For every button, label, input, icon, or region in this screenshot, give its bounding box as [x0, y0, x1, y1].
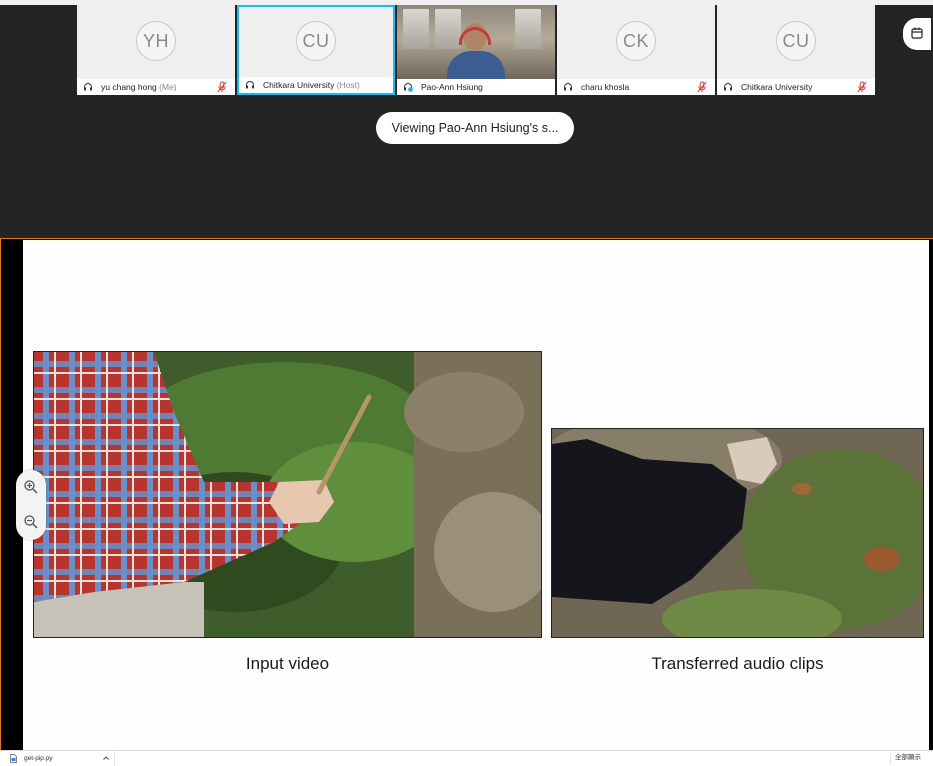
participant-avatar: CU	[776, 21, 816, 61]
participant-name-bar: yu chang hong (Me)	[77, 79, 235, 95]
screen-share-area: Input video Transferred audio clips	[0, 238, 933, 750]
participant-name: Pao-Ann Hsiung	[421, 82, 483, 92]
download-file-name: get-pip.py	[24, 755, 53, 762]
input-video-image	[34, 352, 541, 637]
download-bar: get-pip.py 全部顯示	[0, 750, 933, 766]
chevron-up-icon[interactable]	[102, 754, 110, 762]
participant-video	[397, 5, 555, 81]
zoom-in-icon[interactable]	[23, 479, 39, 495]
headset-icon	[246, 81, 254, 89]
viewing-share-label[interactable]: Viewing Pao-Ann Hsiung's s...	[376, 112, 574, 144]
participant-name-bar: Pao-Ann Hsiung	[397, 79, 555, 95]
headset-speaking-icon	[404, 83, 413, 92]
participant-name-bar: Chitkara University	[717, 79, 875, 95]
participant-avatar: YH	[136, 21, 176, 61]
participant-avatar: CK	[616, 21, 656, 61]
headset-icon	[564, 83, 572, 91]
headset-icon	[84, 83, 92, 91]
participant-gallery: YH yu chang hong (Me) CU Chitkara Univer…	[0, 5, 933, 238]
zoom-out-icon[interactable]	[23, 514, 39, 530]
input-video-frame	[33, 351, 542, 638]
transferred-audio-caption: Transferred audio clips	[651, 654, 824, 673]
transferred-audio-video-image	[552, 429, 923, 637]
participant-tile-4[interactable]: CK charu khosla	[557, 5, 715, 95]
show-all-downloads-button[interactable]: 全部顯示	[890, 752, 925, 764]
download-item[interactable]: get-pip.py	[6, 751, 115, 766]
muted-mic-icon	[217, 81, 227, 93]
muted-mic-icon	[857, 81, 867, 93]
muted-mic-icon	[697, 81, 707, 93]
participant-tile-5[interactable]: CU Chitkara University	[717, 5, 875, 95]
participant-name: charu khosla	[581, 82, 630, 92]
input-video-caption: Input video	[245, 654, 330, 673]
participant-name-bar: Chitkara University (Host)	[239, 77, 393, 93]
participant-name: Chitkara University	[741, 82, 813, 92]
file-icon	[10, 754, 17, 763]
participant-avatar: CU	[296, 21, 336, 61]
participant-tile-3[interactable]: Pao-Ann Hsiung	[397, 5, 555, 95]
calendar-button[interactable]	[903, 18, 931, 50]
participant-tile-1[interactable]: YH yu chang hong (Me)	[77, 5, 235, 95]
transferred-audio-video-frame	[551, 428, 924, 638]
calendar-icon	[911, 27, 923, 39]
participant-name: Chitkara University (Host)	[263, 80, 360, 90]
participant-name: yu chang hong (Me)	[101, 82, 177, 92]
participant-tile-2[interactable]: CU Chitkara University (Host)	[237, 5, 395, 95]
participant-name-bar: charu khosla	[557, 79, 715, 95]
zoom-controls	[16, 470, 46, 540]
headset-icon	[724, 83, 732, 91]
shared-slide: Input video Transferred audio clips	[23, 240, 929, 750]
